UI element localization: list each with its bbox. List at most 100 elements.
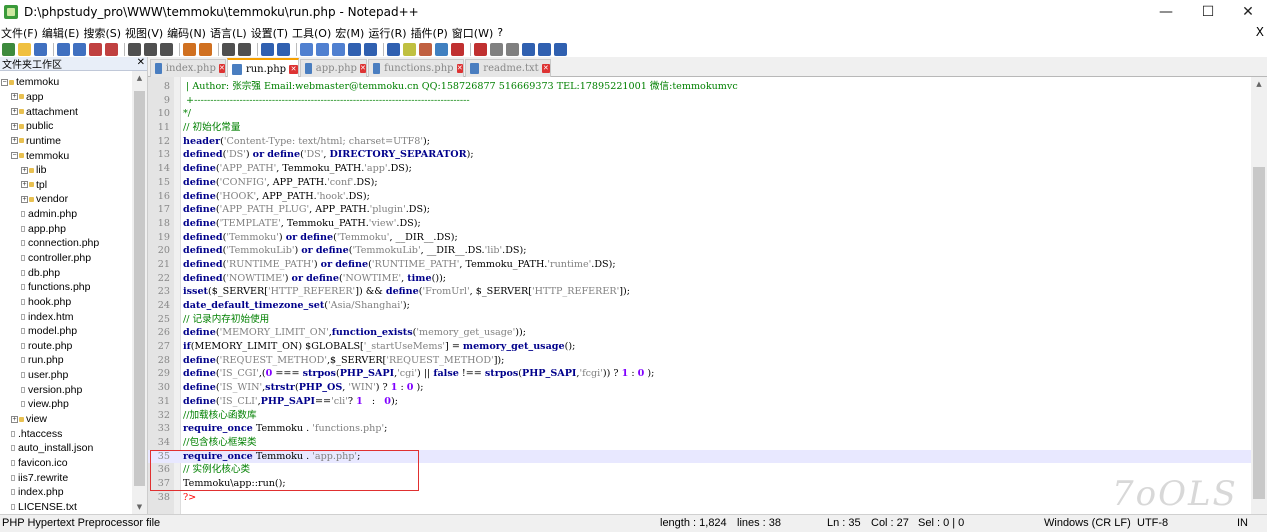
code-line[interactable]: 9 +-------------------------------------… (148, 94, 1251, 108)
tree-file[interactable]: version.php (0, 382, 132, 397)
run-macro-icon[interactable] (522, 42, 535, 56)
tree-file[interactable]: hook.php (0, 295, 132, 310)
panel-scrollbar[interactable]: ▲ ▼ (132, 71, 147, 514)
code-line[interactable]: 11 // 初始化常量 (148, 121, 1251, 135)
code-line[interactable]: 30 define('IS_WIN',strstr(PHP_OS, 'WIN') … (148, 381, 1251, 395)
expand-icon[interactable]: + (11, 415, 18, 423)
tree-file[interactable]: app.php (0, 221, 132, 236)
paste-icon[interactable] (160, 42, 173, 56)
tab-close-icon[interactable]: ✕ (456, 64, 463, 73)
redo-icon[interactable] (199, 42, 212, 56)
expand-icon[interactable]: + (11, 108, 18, 116)
expand-icon[interactable]: + (11, 122, 18, 130)
code-line[interactable]: 27 if(MEMORY_LIMIT_ON) $GLOBALS['_startUs… (148, 340, 1251, 354)
close-icon[interactable] (73, 42, 86, 56)
expand-icon[interactable]: + (21, 181, 28, 189)
expand-icon[interactable]: + (11, 137, 18, 145)
tab-close-icon[interactable]: ✕ (218, 64, 225, 73)
tree-folder[interactable]: − temmoku (0, 148, 132, 163)
menu-item[interactable]: 设置(T) (250, 25, 291, 41)
code-line[interactable]: 25 // 记录内存初始使用 (148, 313, 1251, 327)
tree-file[interactable]: controller.php (0, 251, 132, 266)
editor-scrollbar[interactable]: ▲ (1251, 77, 1267, 514)
code-line[interactable]: 14 define('APP_PATH', Temmoku_PATH.'app'.… (148, 162, 1251, 176)
copy-icon[interactable] (144, 42, 157, 56)
code-line[interactable]: 12 header('Content-Type: text/html; chars… (148, 135, 1251, 149)
code-line[interactable]: 38 ?> (148, 491, 1251, 505)
code-line[interactable]: 13 defined('DS') or define('DS', DIRECTOR… (148, 148, 1251, 162)
new-file-icon[interactable] (2, 42, 15, 56)
tree-folder[interactable]: + runtime (0, 134, 132, 149)
save-macro-icon[interactable] (538, 42, 551, 56)
word-wrap-icon[interactable] (332, 42, 345, 56)
tree-file[interactable]: iis7.rewrite (0, 470, 132, 485)
tab-app-php[interactable]: app.php ✕ (300, 59, 367, 77)
menu-item[interactable]: 编码(N) (166, 25, 209, 41)
tree-file[interactable]: LICENSE.txt (0, 500, 132, 515)
code-line[interactable]: 26 define('MEMORY_LIMIT_ON',function_exis… (148, 326, 1251, 340)
menu-item[interactable]: ? (496, 26, 506, 39)
code-editor[interactable]: 8 | Author: 张宗强 Email:webmaster@temmoku.… (148, 77, 1251, 514)
stop-macro-icon[interactable] (490, 42, 503, 56)
close-all-icon[interactable] (89, 42, 102, 56)
code-line[interactable]: 8 | Author: 张宗强 Email:webmaster@temmoku.… (148, 80, 1251, 94)
save-all-icon[interactable] (57, 42, 70, 56)
code-line[interactable]: 32 //加载核心函数库 (148, 409, 1251, 423)
tree-folder[interactable]: + public (0, 119, 132, 134)
sync-horizontal-icon[interactable] (316, 42, 329, 56)
indent-guide-icon[interactable] (364, 42, 377, 56)
code-line[interactable]: 29 define('IS_CGI',(0 === strpos(PHP_SAPI… (148, 367, 1251, 381)
monitoring-icon[interactable] (451, 42, 464, 56)
menu-item[interactable]: 文件(F) (0, 25, 41, 41)
replace-icon[interactable] (238, 42, 251, 56)
code-line[interactable]: 19 defined('Temmoku') or define('Temmoku'… (148, 231, 1251, 245)
expand-icon[interactable]: + (21, 195, 28, 203)
tree-file[interactable]: connection.php (0, 236, 132, 251)
print-icon[interactable] (105, 42, 118, 56)
close-document-button[interactable]: X (1256, 25, 1264, 39)
save-icon[interactable] (34, 42, 47, 56)
function-list-icon[interactable] (419, 42, 432, 56)
tree-file[interactable]: view.php (0, 397, 132, 412)
tree-file[interactable]: route.php (0, 339, 132, 354)
record-macro-icon[interactable] (474, 42, 487, 56)
undo-icon[interactable] (183, 42, 196, 56)
scroll-down-arrow-icon[interactable]: ▼ (132, 500, 147, 514)
collapse-icon[interactable]: − (1, 78, 8, 86)
expand-icon[interactable]: + (21, 166, 28, 174)
zoom-out-icon[interactable] (277, 42, 290, 56)
tree-file[interactable]: admin.php (0, 207, 132, 222)
tab-index-php[interactable]: index.php ✕ (150, 59, 226, 77)
editor-scroll-thumb[interactable] (1253, 167, 1265, 499)
tab-close-icon[interactable]: ✕ (541, 64, 550, 73)
menu-item[interactable]: 视图(V) (124, 25, 166, 41)
collapse-icon[interactable]: − (11, 152, 18, 160)
tree-file[interactable]: db.php (0, 265, 132, 280)
toolbar-extra-icon[interactable] (554, 42, 567, 56)
menu-item[interactable]: 宏(M) (334, 25, 367, 41)
code-line[interactable]: 34 //包含核心框架类 (148, 436, 1251, 450)
tree-file[interactable]: functions.php (0, 280, 132, 295)
code-line[interactable]: 31 define('IS_CLI',PHP_SAPI=='cli'? 1 : 0… (148, 395, 1251, 409)
code-line[interactable]: 33 require_once Temmoku . 'functions.php'… (148, 422, 1251, 436)
tab-functions-php[interactable]: functions.php ✕ (368, 59, 464, 77)
menu-item[interactable]: 语言(L) (209, 25, 250, 41)
show-all-chars-icon[interactable] (348, 42, 361, 56)
menu-item[interactable]: 运行(R) (367, 25, 409, 41)
tab-run-php[interactable]: run.php ✕ (227, 58, 299, 78)
menu-item[interactable]: 编辑(E) (41, 25, 83, 41)
code-line[interactable]: 16 define('HOOK', APP_PATH.'hook'.DS); (148, 190, 1251, 204)
code-line[interactable]: 28 define('REQUEST_METHOD',$_SERVER['REQU… (148, 354, 1251, 368)
tree-folder[interactable]: + view (0, 412, 132, 427)
panel-scroll-thumb[interactable] (134, 91, 145, 486)
menu-item[interactable]: 插件(P) (410, 25, 451, 41)
tree-file[interactable]: favicon.ico (0, 456, 132, 471)
language-icon[interactable] (387, 42, 400, 56)
play-macro-icon[interactable] (506, 42, 519, 56)
tree-folder[interactable]: + lib (0, 163, 132, 178)
tree-folder[interactable]: + vendor (0, 192, 132, 207)
tree-file[interactable]: model.php (0, 324, 132, 339)
scroll-up-arrow-icon[interactable]: ▲ (132, 71, 147, 85)
code-line[interactable]: 10 */ (148, 107, 1251, 121)
tree-file[interactable]: index.php (0, 485, 132, 500)
